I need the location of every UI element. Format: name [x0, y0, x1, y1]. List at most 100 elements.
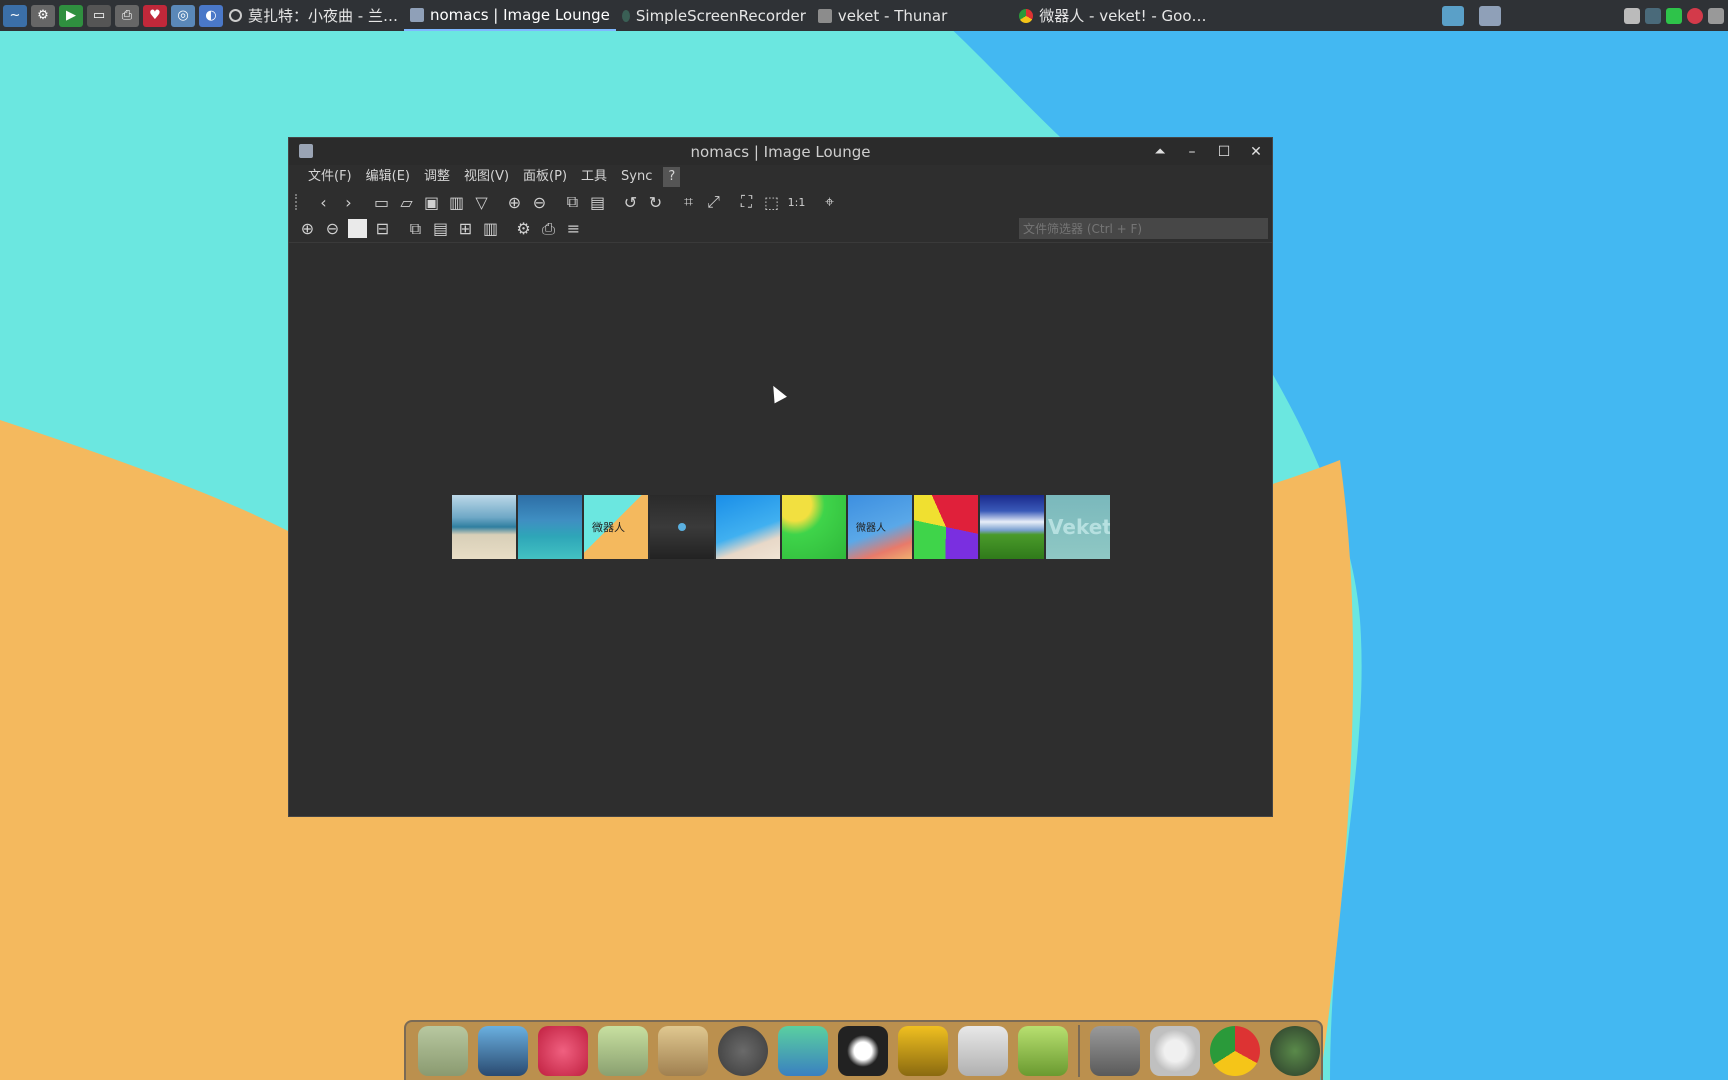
resize-icon[interactable]: ⤢ — [701, 191, 726, 213]
delete-files-icon[interactable]: ▥ — [478, 218, 503, 240]
location-pin-icon[interactable]: ⌖ — [817, 191, 842, 213]
close-icon[interactable]: ✕ — [1246, 144, 1266, 160]
menu-help[interactable]: ? — [663, 167, 681, 187]
thumbnail[interactable] — [980, 495, 1044, 559]
batch-process-icon[interactable]: ⚙ — [511, 218, 536, 240]
thumbnail[interactable] — [716, 495, 780, 559]
toolbar-grip[interactable] — [295, 194, 301, 210]
paint-icon[interactable] — [658, 1026, 708, 1076]
window-title: nomacs | Image Lounge — [690, 142, 871, 161]
fullscreen-icon[interactable]: ⛶ — [734, 191, 759, 213]
battery-icon[interactable] — [1666, 7, 1682, 24]
drive-icon[interactable] — [1090, 1026, 1140, 1076]
task-label: SimpleScreenRecorder — [635, 6, 806, 25]
open-icon[interactable]: ▭ — [369, 191, 394, 213]
heart-app-icon[interactable]: ♥ — [143, 4, 167, 27]
network-icon[interactable] — [1645, 7, 1661, 24]
thumbnail[interactable] — [914, 495, 978, 559]
chat-icon[interactable] — [778, 1026, 828, 1076]
zoom-in-icon[interactable]: ⊕ — [502, 191, 527, 213]
print-icon[interactable]: ⎙ — [536, 218, 561, 240]
task-chrome[interactable]: 微器人 - veket! - Goo… — [1013, 0, 1212, 31]
globe-icon[interactable]: ◐ — [199, 4, 223, 27]
clipboard-icon[interactable] — [1624, 7, 1640, 24]
open-folder-icon[interactable]: ▱ — [394, 191, 419, 213]
task-thunar[interactable]: veket - Thunar — [812, 0, 953, 31]
crop-icon[interactable]: ⌗ — [676, 191, 701, 213]
menu-sync[interactable]: Sync — [614, 167, 659, 187]
square-thumbs-icon[interactable] — [345, 218, 370, 240]
delete-icon[interactable]: ▥ — [444, 191, 469, 213]
fit-window-icon[interactable]: ⬚ — [759, 191, 784, 213]
zoom-out-icon[interactable]: ⊖ — [527, 191, 552, 213]
media-player-icon[interactable] — [718, 1026, 768, 1076]
chrome-dock-icon[interactable] — [1210, 1026, 1260, 1076]
thumbs-zoom-out-icon[interactable]: ⊖ — [320, 218, 345, 240]
brightness-icon[interactable] — [1150, 1026, 1200, 1076]
file-manager-icon[interactable] — [418, 1026, 468, 1076]
globe-dock-icon[interactable] — [1270, 1026, 1320, 1076]
thumbnail[interactable] — [518, 495, 582, 559]
thumbnail[interactable]: Veket — [1046, 495, 1110, 559]
menu-edit[interactable]: 编辑(E) — [359, 167, 417, 187]
keyboard-icon[interactable] — [1708, 7, 1724, 24]
terminal-icon[interactable]: ▭ — [87, 4, 111, 27]
computer-icon[interactable] — [478, 1026, 528, 1076]
paste-files-icon[interactable]: ▤ — [428, 218, 453, 240]
file-filter-input[interactable] — [1019, 218, 1268, 239]
window-controls: ⏶ – ☐ ✕ — [1150, 138, 1266, 165]
bottom-dock — [404, 1020, 1323, 1080]
task-screen-recorder[interactable]: SimpleScreenRecorder — [616, 0, 812, 31]
quick-launch: ~ ⚙ ▶ ▭ ⎙ ♥ ◎ ◐ — [0, 4, 223, 27]
thumbnail-caption: 微器人 — [856, 523, 886, 534]
nomacs-tray-icon[interactable] — [1479, 5, 1501, 26]
show-filename-icon[interactable]: ⊟ — [370, 218, 395, 240]
thumbnail[interactable]: 微器人 — [584, 495, 648, 559]
record-icon[interactable] — [1687, 7, 1703, 24]
settings-gear-icon[interactable]: ⚙ — [31, 4, 55, 27]
menu-tools[interactable]: 工具 — [574, 167, 614, 187]
play-icon[interactable]: ▶ — [59, 4, 83, 27]
minimize-icon[interactable]: – — [1182, 144, 1202, 160]
thumbnail[interactable] — [782, 495, 846, 559]
paste-icon[interactable]: ▤ — [585, 191, 610, 213]
task-label: 莫扎特：小夜曲 - 兰… — [248, 7, 398, 25]
mascot-icon[interactable] — [538, 1026, 588, 1076]
sort-icon[interactable]: ≡ — [561, 218, 586, 240]
next-icon[interactable]: › — [336, 191, 361, 213]
task-music[interactable]: 莫扎特：小夜曲 - 兰… — [223, 0, 404, 31]
filter-icon[interactable]: ▽ — [469, 191, 494, 213]
window-titlebar[interactable]: nomacs | Image Lounge ⏶ – ☐ ✕ — [289, 138, 1272, 165]
thumbnail[interactable] — [650, 495, 714, 559]
thumbnail-caption: Veket — [1048, 515, 1110, 539]
help-icon[interactable] — [1018, 1026, 1068, 1076]
copy-files-icon[interactable]: ⧉ — [403, 218, 428, 240]
thumbnail[interactable] — [452, 495, 516, 559]
menu-view[interactable]: 视图(V) — [457, 167, 516, 187]
thumbnail[interactable]: 微器人 — [848, 495, 912, 559]
maximize-icon[interactable]: ☐ — [1214, 144, 1234, 160]
save-icon[interactable]: ▣ — [419, 191, 444, 213]
main-toolbar: ‹ › ▭ ▱ ▣ ▥ ▽ ⊕ ⊖ ⧉ ▤ ↺ ↻ ⌗ ⤢ ⛶ ⬚ 1:1 ⌖ — [289, 189, 1272, 215]
menu-adjust[interactable]: 调整 — [417, 167, 457, 187]
rename-icon[interactable]: ⊞ — [453, 218, 478, 240]
actual-size-icon[interactable]: 1:1 — [784, 191, 809, 213]
display-icon[interactable] — [1442, 5, 1464, 26]
penguin-icon[interactable] — [838, 1026, 888, 1076]
thumbs-zoom-in-icon[interactable]: ⊕ — [295, 218, 320, 240]
printer-icon[interactable]: ⎙ — [115, 4, 139, 27]
shade-icon[interactable]: ⏶ — [1150, 144, 1170, 160]
task-nomacs[interactable]: nomacs | Image Lounge — [403, 0, 616, 31]
previous-icon[interactable]: ‹ — [311, 191, 336, 213]
copy-icon[interactable]: ⧉ — [560, 191, 585, 213]
dock-separator — [1078, 1025, 1080, 1077]
menu-panels[interactable]: 面板(P) — [516, 167, 574, 187]
system-monitor-icon[interactable]: ~ — [3, 4, 27, 27]
text-editor-icon[interactable] — [598, 1026, 648, 1076]
rotate-left-icon[interactable]: ↺ — [618, 191, 643, 213]
rotate-right-icon[interactable]: ↻ — [643, 191, 668, 213]
chart-app-icon[interactable] — [958, 1026, 1008, 1076]
browser-icon[interactable]: ◎ — [171, 4, 195, 27]
notebook-icon[interactable] — [898, 1026, 948, 1076]
menu-file[interactable]: 文件(F) — [301, 167, 359, 187]
